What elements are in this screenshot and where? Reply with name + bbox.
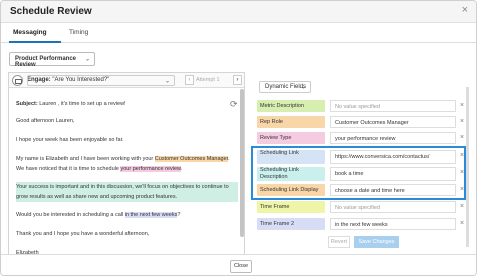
next-attempt-button[interactable]: › — [233, 75, 242, 85]
active-tab-indicator — [9, 41, 61, 43]
dynamic-field-label: Rep Role — [257, 116, 325, 128]
tab-timing[interactable]: Timing — [69, 29, 88, 36]
save-changes-button[interactable]: Save Changes — [354, 236, 399, 248]
email-closing: Thank you and I hope you have a wonderfu… — [16, 231, 150, 237]
dynamic-field-label: Time Frame — [257, 201, 325, 213]
remove-field-icon[interactable]: × — [460, 201, 464, 213]
revert-button[interactable]: Revert — [328, 236, 350, 248]
dynamic-field-row: Time Frame No value specified × — [257, 201, 468, 213]
remove-field-icon[interactable]: × — [460, 218, 464, 230]
email-preview-pane: Engage: "Are You Interested?" ⌄ ‹ Attemp… — [8, 72, 245, 259]
modal-header: Schedule Review × — [1, 1, 476, 23]
dynamic-field-label: Metric Description — [257, 100, 325, 112]
tab-bar: Messaging Timing — [1, 23, 476, 43]
dynamic-field-row: Metric Description No value specified × — [257, 100, 468, 112]
dynamic-field-value-input[interactable]: your performance review — [330, 132, 456, 144]
attempt-label: Attempt 1 — [196, 77, 220, 83]
email-line-1: I hope your week has been enjoyable so f… — [16, 137, 124, 143]
close-button[interactable]: Close — [230, 260, 252, 273]
dynamic-field-label: Time Frame 2 — [257, 218, 325, 230]
dynamic-field-value-input[interactable]: Customer Outcomes Manager — [330, 116, 456, 128]
email-paragraph-call: Would you be interested in scheduling a … — [16, 212, 181, 218]
email-paragraph-intro: My name is Elizabeth and I have been wor… — [16, 156, 230, 172]
dynamic-field-row: Rep Role Customer Outcomes Manager × — [257, 116, 468, 128]
dynamic-fields-label: Dynamic Fields — [265, 84, 307, 90]
product-select-value: Product Performance Review — [15, 56, 77, 68]
merge-field-rep-role: Customer Outcomes Manager — [154, 156, 229, 162]
chevron-down-icon: ⌄ — [84, 56, 90, 63]
dynamic-field-row: Time Frame 2 in the next few weeks × — [257, 218, 468, 230]
modal-footer: Close — [1, 254, 476, 275]
dynamic-field-label: Review Type — [257, 132, 325, 144]
email-subject: Subject: Lauren , it's time to set up a … — [16, 101, 126, 107]
email-greeting: Good afternoon Lauren, — [16, 118, 75, 124]
dynamic-field-row: Review Type your performance review × — [257, 132, 468, 144]
dynamic-field-value-input[interactable]: No value specified — [330, 100, 456, 112]
product-select[interactable]: Product Performance Review ⌄ — [9, 52, 95, 68]
email-paragraph-success: Your success is important and in this di… — [16, 182, 238, 202]
email-body: Subject: Lauren , it's time to set up a … — [9, 89, 238, 258]
engage-bar: Engage: "Are You Interested?" ⌄ ‹ Attemp… — [9, 73, 244, 88]
chevron-down-icon: ⌄ — [300, 84, 306, 91]
close-icon[interactable]: × — [462, 4, 468, 16]
email-scrollbar[interactable] — [240, 89, 244, 237]
remove-field-icon[interactable]: × — [460, 116, 464, 128]
dynamic-fields-select[interactable]: Dynamic Fields ⌄ — [259, 81, 311, 93]
prev-attempt-button[interactable]: ‹ — [185, 75, 194, 85]
remove-field-icon[interactable]: × — [460, 100, 464, 112]
chevron-down-icon: ⌄ — [164, 78, 170, 84]
schedule-review-modal: Schedule Review × Messaging Timing Produ… — [0, 0, 477, 276]
tab-messaging[interactable]: Messaging — [13, 29, 47, 36]
dynamic-field-value-input[interactable]: in the next few weeks — [330, 218, 456, 230]
fields-scrollbar[interactable] — [466, 87, 469, 247]
mail-icon — [12, 75, 23, 86]
modal-title: Schedule Review — [10, 6, 92, 17]
merge-field-time-frame: in the next few weeks — [124, 212, 178, 218]
scheduling-link-highlight — [251, 146, 466, 200]
merge-field-review-type: your performance review — [120, 166, 181, 172]
engage-select[interactable]: ⌄ — [27, 75, 175, 86]
dynamic-field-value-input[interactable]: No value specified — [330, 201, 456, 213]
refresh-icon[interactable]: ⟳ — [230, 99, 238, 110]
remove-field-icon[interactable]: × — [460, 132, 464, 144]
